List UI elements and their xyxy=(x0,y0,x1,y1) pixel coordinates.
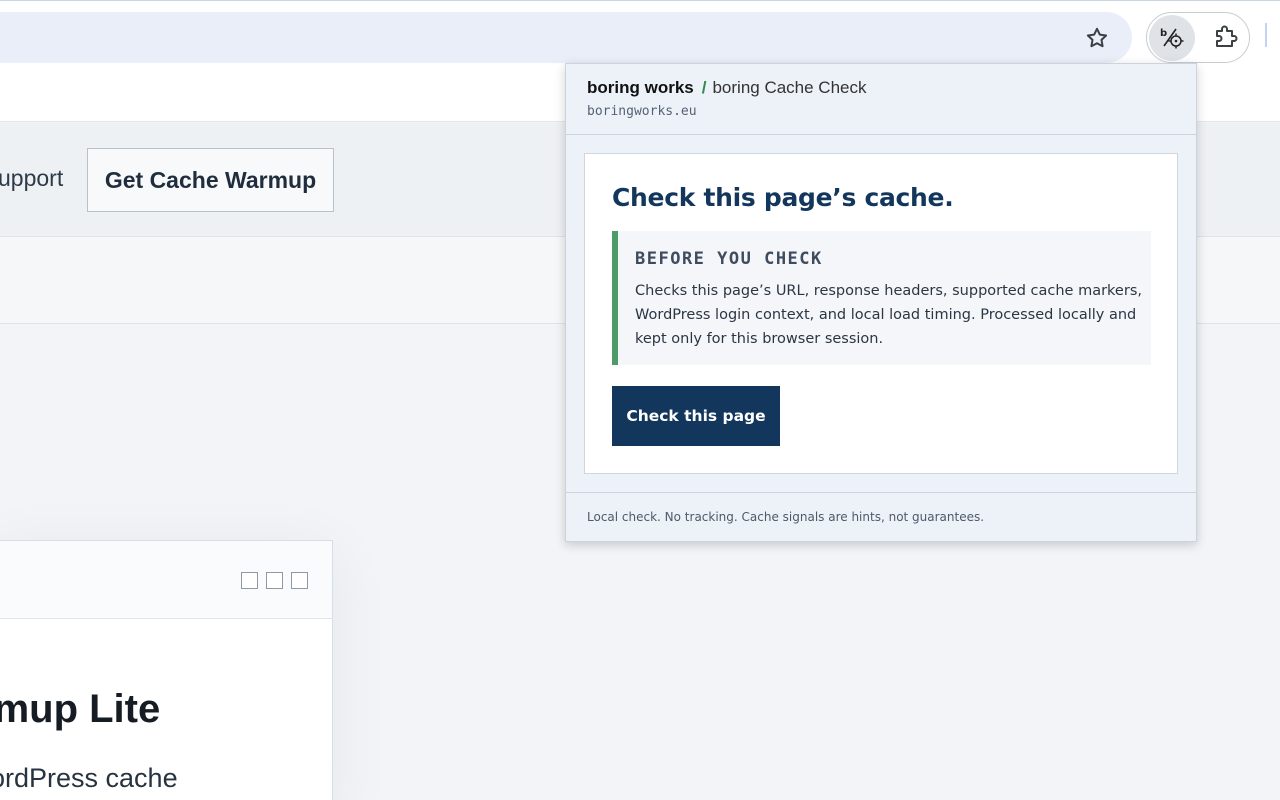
check-this-page-button[interactable]: Check this page xyxy=(612,386,780,446)
notice-text: Checks this page’s URL, response headers… xyxy=(635,283,1142,347)
current-domain: boringworks.eu xyxy=(587,104,697,119)
svg-text:b: b xyxy=(1160,28,1167,39)
before-check-notice: BEFORE YOU CHECK Checks this page’s URL,… xyxy=(612,231,1151,365)
nav-link-support[interactable]: upport xyxy=(0,165,63,192)
card-title: rmup Lite xyxy=(0,687,161,731)
brand-name: boring works xyxy=(587,78,694,97)
panel-title: Check this page’s cache. xyxy=(612,183,954,212)
product-name: boring Cache Check xyxy=(712,78,867,97)
address-bar[interactable] xyxy=(0,12,1132,63)
card-header xyxy=(0,541,332,619)
toolbar-edge xyxy=(1265,23,1267,47)
brand-separator: / xyxy=(701,78,707,97)
puzzle-piece-icon[interactable] xyxy=(1206,17,1246,57)
window-square-icon xyxy=(266,572,283,589)
card-text: ordPress cache xyxy=(0,763,178,793)
popup-header: boring works / boring Cache Check boringwo… xyxy=(566,64,1196,135)
cache-check-popup: boring works / boring Cache Check boringwo… xyxy=(565,63,1197,542)
check-panel: Check this page’s cache. BEFORE YOU CHEC… xyxy=(584,153,1178,474)
cache-check-extension-icon[interactable]: b xyxy=(1149,15,1195,61)
footer-disclaimer: Local check. No tracking. Cache signals … xyxy=(587,510,985,524)
window-square-icon xyxy=(241,572,258,589)
popup-footer: Local check. No tracking. Cache signals … xyxy=(566,492,1196,543)
browser-toolbar: b xyxy=(0,0,1280,64)
get-cache-warmup-button[interactable]: Get Cache Warmup xyxy=(87,148,334,212)
product-card: rmup Lite ordPress cache xyxy=(0,540,333,800)
window-controls xyxy=(241,572,308,589)
window-square-icon xyxy=(291,572,308,589)
bookmark-star-icon[interactable] xyxy=(1078,19,1116,57)
brand-line: boring works / boring Cache Check xyxy=(587,78,867,98)
notice-label: BEFORE YOU CHECK xyxy=(635,249,823,269)
